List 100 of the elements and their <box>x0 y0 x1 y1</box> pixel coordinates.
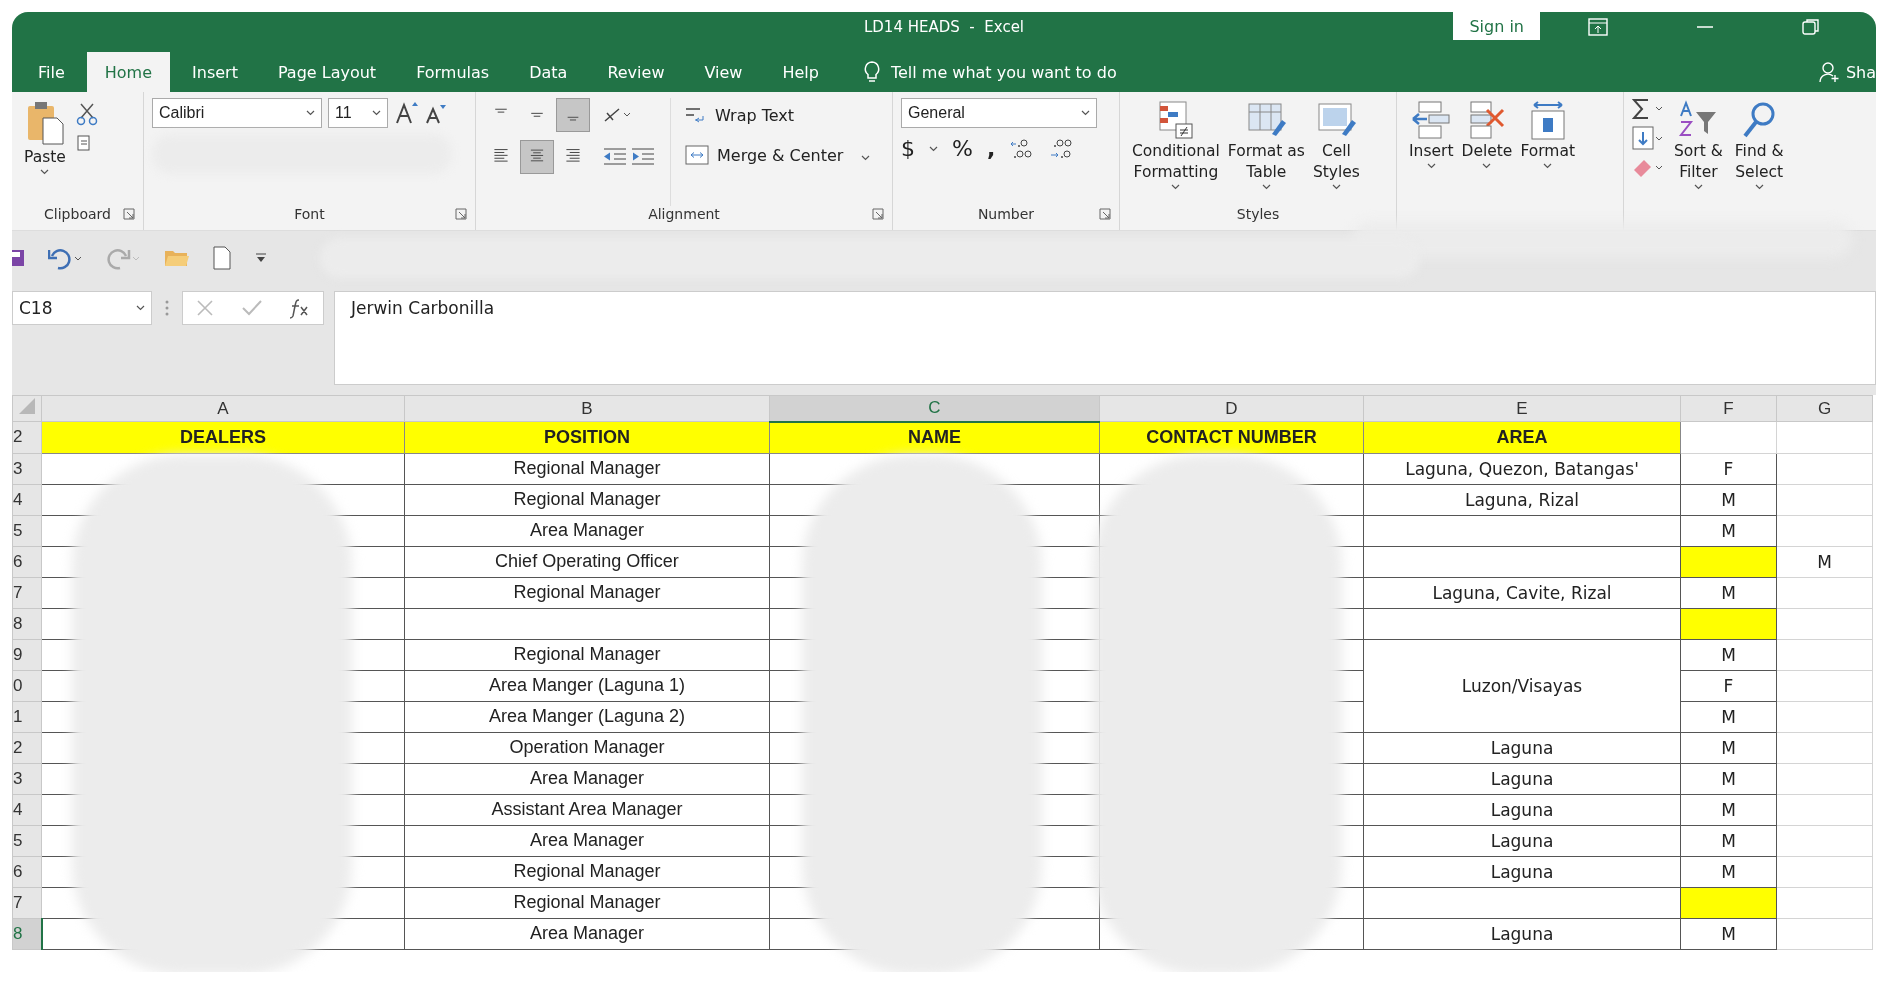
table-cell: Area Manger (Laguna 2) <box>404 701 770 732</box>
column-header[interactable]: D <box>1099 395 1364 422</box>
scissors-icon[interactable] <box>75 102 98 126</box>
restore-icon[interactable] <box>1802 18 1820 36</box>
tell-me-search[interactable]: Tell me what you want to do <box>890 62 1117 82</box>
table-cell: Laguna <box>1363 856 1681 887</box>
number-format-field[interactable]: General <box>901 98 1097 128</box>
editing-button[interactable]: Find & Select <box>1730 98 1788 206</box>
table-cell: Laguna <box>1363 918 1681 949</box>
chevron-down-icon <box>1261 184 1271 190</box>
ribbon-tab[interactable]: Insert <box>174 52 256 92</box>
styles-button[interactable]: Cell Styles <box>1308 98 1364 206</box>
column-header[interactable]: C <box>769 395 1100 422</box>
column-header[interactable]: A <box>41 395 405 422</box>
table-cell: Regional Manager <box>404 577 770 608</box>
table-cell: Regional Manager <box>404 887 770 918</box>
ribbon-tab[interactable]: Formulas <box>398 52 508 92</box>
save-icon[interactable] <box>12 248 26 268</box>
dialog-launcher-icon[interactable] <box>123 208 135 220</box>
column-header[interactable]: G <box>1776 395 1873 422</box>
table-cell: Assistant Area Manager <box>404 794 770 825</box>
ribbon-tab[interactable]: View <box>686 52 761 92</box>
name-box[interactable]: C18 <box>12 291 152 325</box>
row-header[interactable]: 3 <box>12 453 42 484</box>
decrease-indent-icon[interactable] <box>602 146 628 168</box>
chevron-down-icon <box>929 145 938 152</box>
insert-icon <box>1411 100 1452 140</box>
row-header[interactable]: 8 <box>12 918 42 949</box>
cells-button[interactable]: Format <box>1516 98 1580 206</box>
cells-button[interactable]: Insert <box>1405 98 1458 206</box>
ribbon-tab[interactable]: Review <box>589 52 683 92</box>
group-label: Styles <box>1236 206 1280 222</box>
paste-button[interactable]: Paste <box>20 98 70 206</box>
dialog-launcher-icon[interactable] <box>872 208 884 220</box>
editing-button[interactable]: Sort & Filter <box>1670 98 1727 206</box>
row-header[interactable]: 7 <box>12 887 42 918</box>
ribbon-tab[interactable]: Home <box>86 52 171 92</box>
table-cell: Laguna <box>1363 732 1681 763</box>
group-label: Font <box>294 206 325 222</box>
increase-indent-icon[interactable] <box>630 146 656 168</box>
wrap-text-button[interactable]: Wrap Text <box>681 98 875 132</box>
column-header[interactable]: F <box>1680 395 1777 422</box>
row-header[interactable]: 6 <box>12 546 42 577</box>
new-document-icon[interactable] <box>212 246 232 270</box>
undo-icon[interactable] <box>48 246 84 270</box>
merge-center-button[interactable]: Merge & Center <box>681 138 875 172</box>
ribbon-tab[interactable]: Page Layout <box>259 52 395 92</box>
table-cell: Laguna <box>1363 794 1681 825</box>
insert-function-icon[interactable] <box>289 297 311 319</box>
enter-check-icon[interactable] <box>241 298 263 318</box>
table-cell: M <box>1680 701 1777 732</box>
header-cell: NAME <box>769 421 1100 453</box>
table-cell: M <box>1680 732 1777 763</box>
table-cell: Operation Manager <box>404 732 770 763</box>
dialog-launcher-icon[interactable] <box>1099 208 1111 220</box>
row-header[interactable]: 6 <box>12 856 42 887</box>
align-center-icon[interactable] <box>520 140 554 174</box>
column-header[interactable]: E <box>1363 395 1681 422</box>
row-header[interactable]: 5 <box>12 515 42 546</box>
row-header[interactable]: 3 <box>12 763 42 794</box>
row-header[interactable]: 1 <box>12 701 42 732</box>
table-cell: Area Manager <box>404 825 770 856</box>
comma-style-button[interactable]: , <box>986 136 996 161</box>
font-size-field[interactable]: 11 <box>328 98 388 128</box>
table-cell: Laguna, Quezon, Batangas' <box>1363 453 1681 484</box>
grow-font-icon[interactable] <box>394 100 418 126</box>
dialog-launcher-icon[interactable] <box>455 208 467 220</box>
table-cell: F <box>1680 453 1777 484</box>
chevron-down-icon <box>1693 184 1703 190</box>
formula-bar-field[interactable]: Jerwin Carbonilla <box>334 291 1876 385</box>
row-header[interactable]: 4 <box>12 484 42 515</box>
table-cell: Regional Manager <box>404 856 770 887</box>
ribbon-tab[interactable]: Help <box>764 52 837 92</box>
row-header[interactable]: 2 <box>12 421 42 453</box>
table-cell: M <box>1680 794 1777 825</box>
cells-button[interactable]: Delete <box>1457 98 1517 206</box>
table-cell: M <box>1680 484 1777 515</box>
row-header[interactable]: 8 <box>12 608 42 639</box>
row-header[interactable]: 7 <box>12 577 42 608</box>
row-header[interactable]: 5 <box>12 825 42 856</box>
chevron-down-icon <box>136 305 145 311</box>
styles-button[interactable]: Conditional Formatting <box>1128 98 1224 206</box>
table-cell: M <box>1680 856 1777 887</box>
row-header[interactable]: 2 <box>12 732 42 763</box>
ribbon-tab[interactable]: Data <box>511 52 586 92</box>
chevron-down-icon <box>1543 163 1553 169</box>
sign-in-button[interactable]: Sign in <box>1453 12 1540 40</box>
ribbon-tab[interactable]: File <box>20 52 83 92</box>
share-button[interactable]: Sha <box>1845 62 1876 82</box>
row-header[interactable]: 4 <box>12 794 42 825</box>
percent-button[interactable]: % <box>952 136 973 161</box>
currency-button[interactable]: $ <box>901 136 915 161</box>
styles-button[interactable]: Format as Table <box>1223 98 1309 206</box>
chevron-down-icon <box>861 154 871 161</box>
row-header[interactable]: 9 <box>12 639 42 670</box>
ribbon-display-icon[interactable] <box>1588 18 1608 36</box>
column-header[interactable]: B <box>404 395 770 422</box>
font-name-field[interactable]: Calibri <box>152 98 322 128</box>
window-title: LD14 HEADS - Excel <box>863 18 1025 36</box>
row-header[interactable]: 0 <box>12 670 42 701</box>
